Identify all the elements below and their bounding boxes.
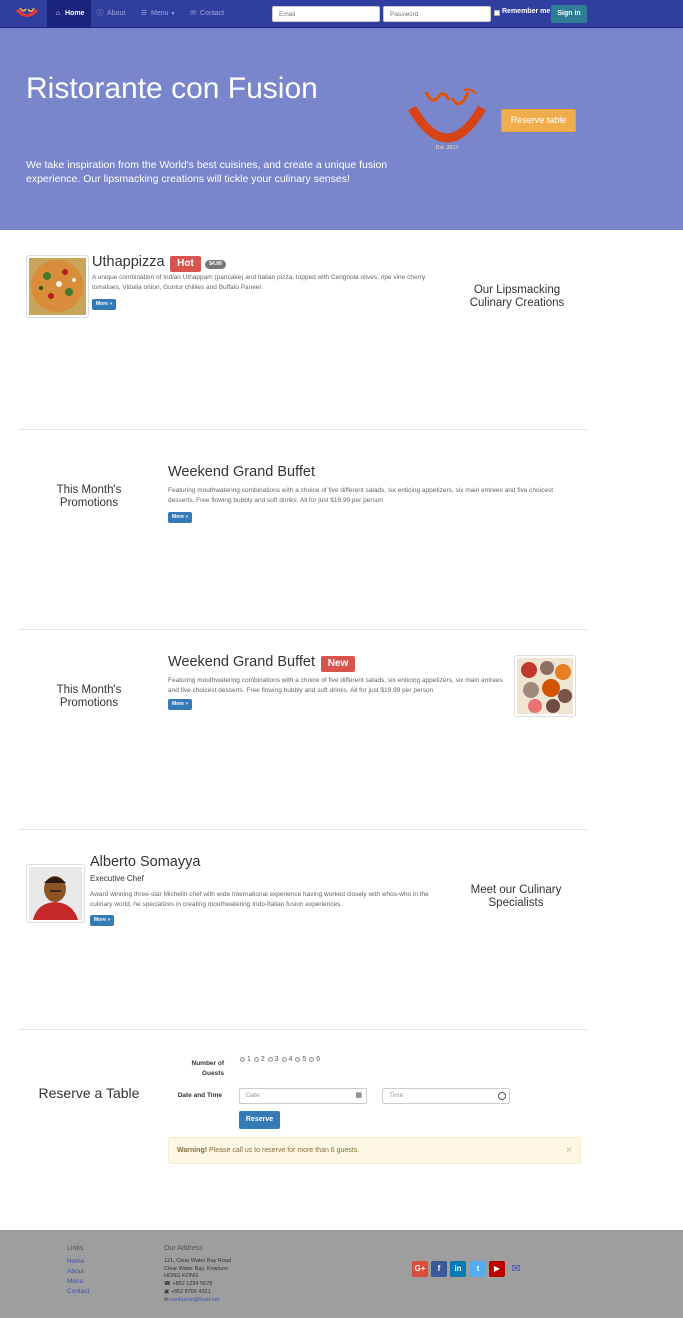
promotion-more-button[interactable]: More » — [168, 512, 193, 523]
buffet-thumbnail[interactable] — [514, 655, 576, 717]
warning-strong: Warning! — [177, 1147, 208, 1154]
close-icon[interactable]: × — [566, 1138, 572, 1163]
logo-est-text: Est. 2013 — [436, 145, 459, 151]
time-input[interactable]: Time — [382, 1088, 510, 1104]
chef-photo — [29, 867, 82, 920]
dish-thumbnail[interactable] — [26, 255, 89, 318]
reserve-heading: Reserve a Table — [38, 1085, 140, 1101]
dish-title: Uthappizza — [92, 254, 165, 270]
new-label: New — [321, 656, 355, 672]
email-line: ✉ confusion@food.net — [164, 1297, 219, 1305]
twitter-icon[interactable]: t — [470, 1261, 486, 1277]
restaurant-logo-large: Est. 2013 — [408, 88, 486, 151]
restaurant-tagline: We take inspiration from the World's bes… — [26, 159, 388, 185]
signin-button[interactable]: Sign in — [551, 5, 587, 23]
footer-email-link[interactable]: confusion@food.net — [170, 1297, 219, 1303]
chef-more-button[interactable]: More » — [90, 915, 115, 926]
dish-side-heading: Our Lipsmacking Culinary Creations — [469, 284, 565, 309]
promotion-title: Weekend Grand Buffet — [168, 654, 315, 670]
guest-radio[interactable] — [267, 1056, 273, 1062]
mail-icon[interactable]: ✉ — [508, 1261, 524, 1277]
chef-role: Executive Chef — [90, 874, 144, 883]
footer — [0, 1230, 683, 1318]
address-line: 121, Clear Water Bay Road — [164, 1258, 232, 1264]
clock-icon — [498, 1092, 506, 1100]
restaurant-title: Ristorante con Fusion — [26, 72, 318, 105]
price-badge: $4.99 — [205, 260, 226, 269]
reserve-submit-button[interactable]: Reserve — [239, 1111, 280, 1129]
address-line: HONG KONG — [164, 1273, 199, 1279]
footer-link-contact[interactable]: Contact — [67, 1288, 89, 1295]
chef-side-heading: Meet our Culinary Specialists — [470, 884, 562, 909]
guest-radio[interactable] — [240, 1056, 245, 1062]
row-divider — [18, 629, 588, 630]
guests-label: Number of Guests — [191, 1060, 225, 1077]
chef-thumbnail[interactable] — [26, 864, 85, 923]
guest-radio[interactable] — [295, 1056, 301, 1062]
home-icon: ⌂ — [55, 10, 61, 17]
date-input[interactable]: Date ▦ — [239, 1088, 367, 1104]
footer-address-heading: Our Address — [164, 1245, 203, 1252]
row-divider — [18, 429, 588, 430]
promotion-description: Featuring mouthwatering combinations wit… — [168, 487, 554, 504]
address-line: Clear Water Bay, Kowloon — [164, 1265, 228, 1272]
promotion-side-heading: This Month's Promotions — [56, 484, 122, 509]
pizza-image — [29, 258, 86, 315]
caret-down-icon: ▼ — [170, 11, 176, 17]
password-input[interactable] — [383, 6, 491, 22]
info-icon: ⓘ — [96, 10, 104, 17]
buffet-image — [517, 658, 573, 714]
guest-radio[interactable] — [281, 1056, 287, 1062]
calendar-icon: ▦ — [355, 1092, 362, 1099]
footer-link-menu[interactable]: Menu — [67, 1278, 83, 1285]
footer-link-about[interactable]: About — [67, 1268, 84, 1275]
hot-label: Hot — [170, 256, 201, 272]
fax-icon: ▣ — [164, 1289, 171, 1295]
restaurant-logo-icon[interactable] — [14, 5, 40, 23]
list-icon: ☰ — [140, 10, 148, 17]
guest-radio[interactable] — [309, 1056, 315, 1062]
promotion-more-button[interactable]: More » — [168, 699, 193, 710]
nav-menu[interactable]: ☰ Menu ▼ — [133, 0, 182, 28]
youtube-icon[interactable]: ▶ — [489, 1261, 505, 1277]
email-input[interactable] — [272, 6, 380, 22]
warning-text: Please call us to reserve for more than … — [207, 1147, 360, 1154]
promotion-title: Weekend Grand Buffet — [168, 464, 315, 480]
remember-checkbox[interactable] — [494, 10, 500, 16]
remember-label: Remember me — [502, 8, 551, 15]
facebook-icon[interactable]: f — [431, 1261, 447, 1277]
google-plus-icon[interactable]: G+ — [412, 1261, 428, 1277]
promotion-description: Featuring mouthwatering combinations wit… — [168, 677, 503, 694]
chef-description: Award winning three-star Michelin chef w… — [90, 891, 429, 908]
phone-line: ☎ +852 1234 5678 — [164, 1281, 213, 1287]
warning-alert: Warning! Please call us to reserve for m… — [168, 1137, 581, 1164]
dish-more-button[interactable]: More » — [92, 299, 117, 310]
reserve-table-button[interactable]: Reserve table — [501, 109, 576, 132]
guest-radio[interactable] — [253, 1056, 259, 1062]
footer-links-heading: Links — [67, 1245, 84, 1252]
row-divider — [18, 829, 588, 830]
promotion-side-heading: This Month's Promotions — [56, 684, 122, 709]
datetime-label: Date and Time — [177, 1092, 222, 1099]
row-divider — [18, 1029, 588, 1030]
dish-description: A unique combination of Indian Uthappam … — [92, 274, 426, 291]
fax-line: ▣ +852 8765 4321 — [164, 1289, 211, 1295]
footer-link-home[interactable]: Home — [67, 1258, 84, 1265]
jumbotron: Ristorante con Fusion We take inspiratio… — [0, 28, 683, 230]
navbar: ⌂Home ⓘAbout ☰Menu ▼ ✉Contact Remember m… — [0, 0, 683, 28]
linkedin-icon[interactable]: in — [450, 1261, 466, 1277]
nav-contact[interactable]: ✉ Contact — [182, 0, 231, 28]
nav-about[interactable]: ⓘ About — [89, 0, 132, 28]
nav-home[interactable]: ⌂ Home — [47, 0, 92, 28]
guests-radio-group: 1 2 3 4 5 6 — [239, 1056, 320, 1063]
envelope-icon: ✉ — [190, 10, 196, 17]
chef-name: Alberto Somayya — [90, 854, 201, 870]
